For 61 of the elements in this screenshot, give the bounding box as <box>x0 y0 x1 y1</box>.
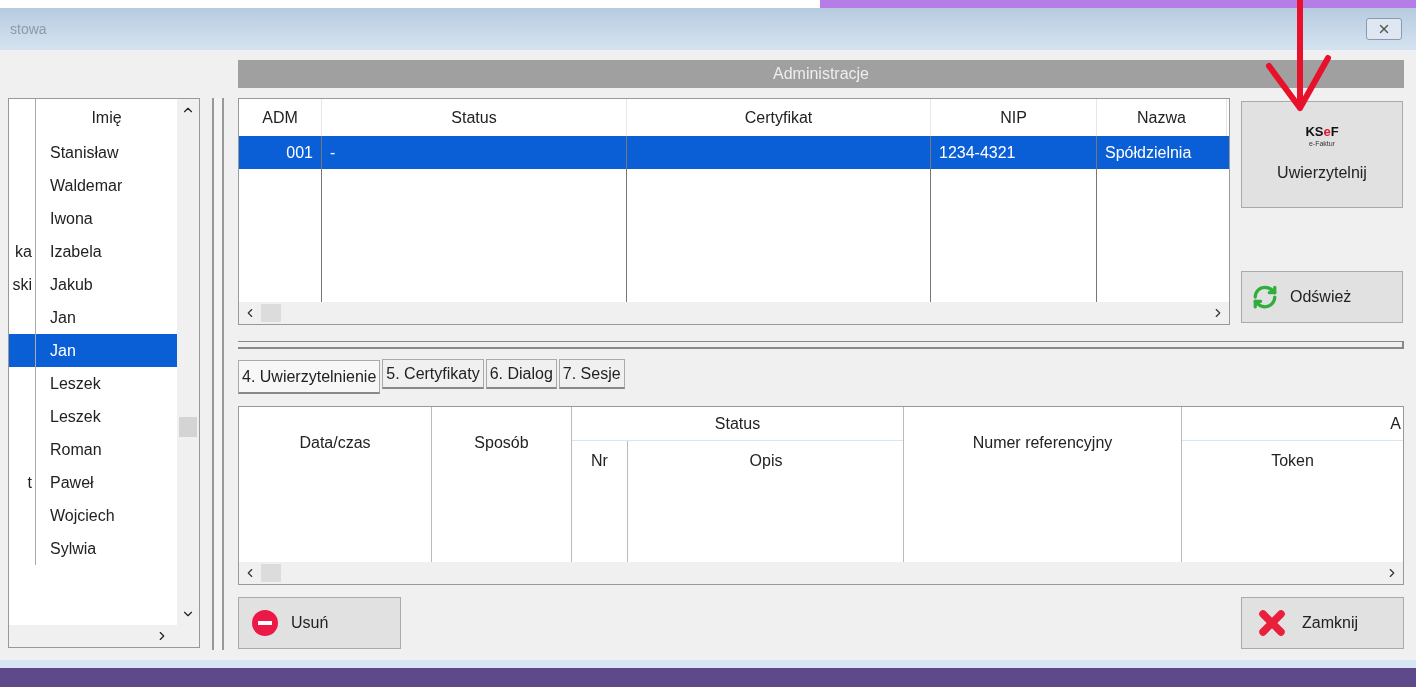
list-row[interactable]: Waldemar <box>9 169 177 202</box>
table-cell-text: Iwona <box>49 208 93 229</box>
list-row[interactable]: Sylwia <box>9 532 177 565</box>
table-cell-text: t <box>27 472 32 493</box>
table-cell-text: Wojciech <box>49 505 115 526</box>
table-row[interactable]: 001 - 1234-4321 Spółdzielnia <box>239 136 1229 169</box>
splitter[interactable] <box>212 98 224 650</box>
table-cell-text: Sylwia <box>49 538 97 559</box>
table-cell-text: 001 <box>286 142 313 163</box>
column-header[interactable]: Nr <box>591 449 608 473</box>
column-header[interactable]: Imię <box>36 99 177 136</box>
table-cell-text: - <box>330 142 336 163</box>
scroll-thumb[interactable] <box>179 417 197 437</box>
table-cell-text: Paweł <box>49 472 94 493</box>
list-row[interactable]: Roman <box>9 433 177 466</box>
vertical-scrollbar[interactable] <box>177 99 199 625</box>
column-header[interactable]: Data/czas <box>299 431 371 455</box>
list-row[interactable]: t Paweł <box>9 466 177 499</box>
table-cell-text: ski <box>12 274 32 295</box>
list-row[interactable]: Iwona <box>9 202 177 235</box>
close-button[interactable] <box>1366 18 1402 40</box>
table-cell-text: Izabela <box>49 241 102 262</box>
column-group-header: A <box>1182 407 1403 441</box>
table-cell-text: Jan <box>49 307 76 328</box>
column-header[interactable]: Token <box>1271 449 1314 473</box>
refresh-button[interactable]: Odśwież <box>1241 271 1403 323</box>
tab[interactable]: 7. Sesje <box>558 359 625 389</box>
horizontal-scrollbar[interactable] <box>239 562 1403 584</box>
list-row[interactable]: ka Izabela <box>9 235 177 268</box>
tab[interactable]: 4. Uwierzytelnienie <box>238 360 381 394</box>
table-cell-text: Stanisław <box>49 142 119 163</box>
table-cell-text: Waldemar <box>49 175 123 196</box>
column-header[interactable]: Sposób <box>474 431 529 455</box>
list-row[interactable]: Stanisław <box>9 136 177 169</box>
delete-button[interactable]: Usuń <box>238 597 401 649</box>
table-cell-text: Spółdzielnia <box>1105 142 1192 163</box>
list-row[interactable]: Leszek <box>9 400 177 433</box>
refresh-icon <box>1252 284 1278 310</box>
table-cell-text: Leszek <box>49 373 101 394</box>
delete-icon <box>251 609 279 637</box>
table-cell-text: 1234-4321 <box>939 142 1016 163</box>
list-row[interactable]: ski Jakub <box>9 268 177 301</box>
horizontal-scrollbar[interactable] <box>239 302 1229 324</box>
column-group-header: Status <box>572 407 903 441</box>
table-cell-text: ka <box>15 241 32 262</box>
list-row[interactable]: Wojciech <box>9 499 177 532</box>
tab[interactable]: 6. Dialog <box>485 359 557 389</box>
table-cell-text: Jan <box>49 340 76 361</box>
close-icon <box>1377 22 1391 36</box>
table-cell-text: Leszek <box>49 406 101 427</box>
table-cell-text: Roman <box>49 439 102 460</box>
tab[interactable]: 5. Certyfikaty <box>382 359 484 389</box>
logo-title: KSeF <box>1305 124 1339 138</box>
section-header: Administracje <box>238 60 1404 88</box>
close-window-button[interactable]: Zamknij <box>1241 597 1404 649</box>
column-header[interactable]: Opis <box>749 449 783 473</box>
column-header[interactable]: Numer referencyjny <box>972 431 1113 455</box>
table-cell-text: Jakub <box>49 274 93 295</box>
window-title: stowa <box>10 19 47 39</box>
list-row[interactable]: Leszek <box>9 367 177 400</box>
list-row[interactable]: Jan <box>9 334 177 367</box>
